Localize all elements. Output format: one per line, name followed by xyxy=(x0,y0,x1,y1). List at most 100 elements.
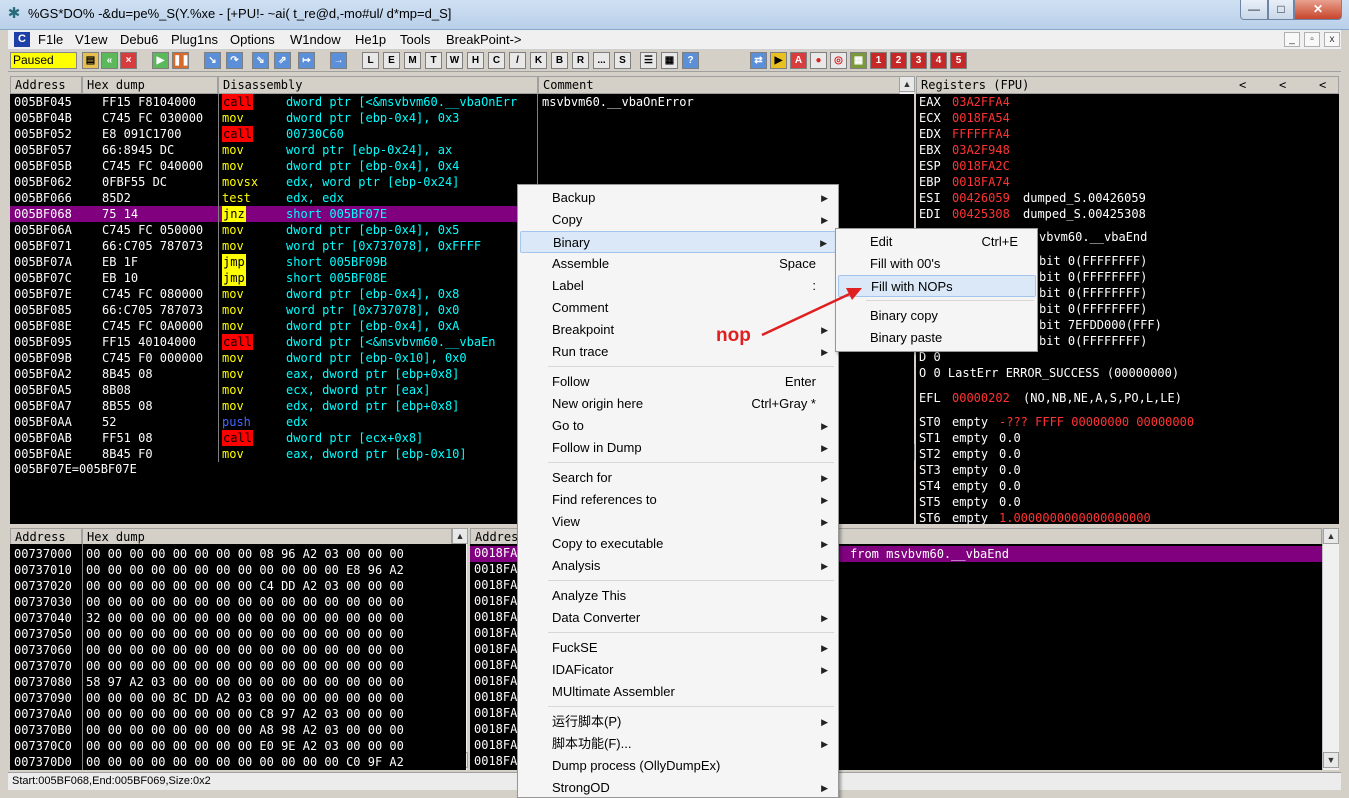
stack-row[interactable]: 0018FA xyxy=(474,722,517,738)
col-header-comment[interactable]: Comment xyxy=(538,76,904,94)
stack-row[interactable]: 0018FA xyxy=(474,674,517,690)
col-header-disassembly[interactable]: Disassembly xyxy=(218,76,538,94)
dump-row[interactable]: 00737080 58 97 A2 03 00 00 00 00 00 00 00… xyxy=(10,674,460,690)
threads-button[interactable]: T xyxy=(425,52,442,69)
submenu-item-fill-with-nops[interactable]: Fill with NOPs xyxy=(838,275,1036,297)
dump-scroll-up-icon[interactable]: ▲ xyxy=(452,528,468,544)
context-item-f[interactable]: 脚本功能(F)... ▶ xyxy=(520,733,836,755)
disasm-row[interactable]: 005BF057 66:8945 DC mov word ptr [ebp-0x24]… xyxy=(10,142,900,158)
context-item-p[interactable]: 运行脚本(P) ▶ xyxy=(520,711,836,733)
submenu-item-edit[interactable]: Edit Ctrl+E xyxy=(838,231,1036,253)
windows-button[interactable]: W xyxy=(446,52,463,69)
stack-row[interactable]: 0018FA xyxy=(474,562,517,578)
target-icon[interactable]: ◎ xyxy=(830,52,847,69)
context-item-find-references-to[interactable]: Find references to ▶ xyxy=(520,489,836,511)
fpu-row[interactable]: ST0 empty -??? FFFF 00000000 00000000 xyxy=(916,414,1336,430)
bookmark-2-button[interactable]: 2 xyxy=(890,52,907,69)
dump-row[interactable]: 007370C0 00 00 00 00 00 00 00 00 E0 9E A2… xyxy=(10,738,460,754)
dump-row[interactable]: 00737090 00 00 00 00 8C DD A2 03 00 00 00… xyxy=(10,690,460,706)
log-window-button[interactable]: L xyxy=(362,52,379,69)
close-button[interactable]: ✕ xyxy=(1294,0,1342,20)
context-item-copy-to-executable[interactable]: Copy to executable ▶ xyxy=(520,533,836,555)
dump-row[interactable]: 00737060 00 00 00 00 00 00 00 00 00 00 00… xyxy=(10,642,460,658)
dump-row[interactable]: 007370B0 00 00 00 00 00 00 00 00 A8 98 A2… xyxy=(10,722,460,738)
run-icon[interactable]: ▶ xyxy=(152,52,169,69)
submenu-item-binary-paste[interactable]: Binary paste xyxy=(838,327,1036,349)
context-item-dump-process-ollydumpex[interactable]: Dump process (OllyDumpEx) xyxy=(520,755,836,777)
mdi-minimize-button[interactable]: _ xyxy=(1284,32,1300,47)
menu-tools[interactable]: Tools xyxy=(400,32,430,47)
context-item-binary[interactable]: Binary ▶ xyxy=(520,231,836,253)
scroll-up-icon[interactable]: ▲ xyxy=(899,76,915,92)
context-item-search-for[interactable]: Search for ▶ xyxy=(520,467,836,489)
fpu-row[interactable]: ST4 empty 0.0 xyxy=(916,478,1336,494)
step-over-icon[interactable]: ↷ xyxy=(226,52,243,69)
bookmark-1-button[interactable]: 1 xyxy=(870,52,887,69)
context-item-data-converter[interactable]: Data Converter ▶ xyxy=(520,607,836,629)
stack-scroll-up-icon[interactable]: ▲ xyxy=(1323,528,1339,544)
register-row[interactable]: EBP 0018FA74 xyxy=(916,174,1336,190)
stack-row[interactable]: 0018FA xyxy=(474,738,517,754)
context-item-strongod[interactable]: StrongOD ▶ xyxy=(520,777,836,797)
mdi-close-button[interactable]: x xyxy=(1324,32,1340,47)
dump-row[interactable]: 00737020 00 00 00 00 00 00 00 00 C4 DD A2… xyxy=(10,578,460,594)
context-item-idaficator[interactable]: IDAFicator ▶ xyxy=(520,659,836,681)
patches-button[interactable]: / xyxy=(509,52,526,69)
dump-row[interactable]: 00737050 00 00 00 00 00 00 00 00 00 00 00… xyxy=(10,626,460,642)
close-debug-icon[interactable]: × xyxy=(120,52,137,69)
disasm-row[interactable]: 005BF052 E8 091C1700 call 00730C60 xyxy=(10,126,900,142)
handles-button[interactable]: H xyxy=(467,52,484,69)
menu-window[interactable]: W1ndow xyxy=(290,32,341,47)
minimize-button[interactable]: — xyxy=(1240,0,1268,20)
context-item-go-to[interactable]: Go to ▶ xyxy=(520,415,836,437)
fpu-row[interactable]: ST6 empty 1.0000000000000000000 xyxy=(916,510,1336,524)
disasm-row[interactable]: 005BF05B C745 FC 040000 mov dword ptr [ebp-… xyxy=(10,158,900,174)
context-item-run-trace[interactable]: Run trace ▶ xyxy=(520,341,836,363)
maximize-button[interactable]: □ xyxy=(1268,0,1294,20)
context-item-analysis[interactable]: Analysis ▶ xyxy=(520,555,836,577)
stack-row[interactable]: 0018FA xyxy=(474,610,517,626)
stack-row[interactable]: 0018FA xyxy=(474,594,517,610)
bookmark-3-button[interactable]: 3 xyxy=(910,52,927,69)
memory-map-button[interactable]: M xyxy=(404,52,421,69)
register-row[interactable]: EAX 03A2FFA4 xyxy=(916,94,1336,110)
submenu-item-binary-copy[interactable]: Binary copy xyxy=(838,305,1036,327)
register-row[interactable]: ESP 0018FA2C xyxy=(916,158,1336,174)
col-header-hex[interactable]: Hex dump xyxy=(82,76,218,94)
menu-view[interactable]: V1ew xyxy=(75,32,108,47)
fpu-row[interactable]: ST3 empty 0.0 xyxy=(916,462,1336,478)
register-row[interactable]: ECX 0018FA54 xyxy=(916,110,1336,126)
breakpoints-button[interactable]: B xyxy=(551,52,568,69)
stack-row[interactable]: 0018FA xyxy=(474,690,517,706)
context-item-analyze-this[interactable]: Analyze This xyxy=(520,585,836,607)
calc-icon[interactable]: ▦ xyxy=(850,52,867,69)
col-header-address[interactable]: Address xyxy=(10,76,82,94)
restart-icon[interactable]: « xyxy=(101,52,118,69)
stack-scroll-down-icon[interactable]: ▼ xyxy=(1323,752,1339,768)
call-stack-button[interactable]: K xyxy=(530,52,547,69)
menu-file[interactable]: F1le xyxy=(38,32,63,47)
trace-into-icon[interactable]: ⇘ xyxy=(252,52,269,69)
stack-row[interactable]: 0018FA xyxy=(474,626,517,642)
dump-row[interactable]: 00737030 00 00 00 00 00 00 00 00 00 00 00… xyxy=(10,594,460,610)
context-item-backup[interactable]: Backup ▶ xyxy=(520,187,836,209)
dump-row[interactable]: 007370D0 00 00 00 00 00 00 00 00 00 00 00… xyxy=(10,754,460,770)
mdi-cpu-icon[interactable]: C xyxy=(14,32,30,47)
stack-row[interactable]: 0018FA xyxy=(474,642,517,658)
fpu-row[interactable]: ST5 empty 0.0 xyxy=(916,494,1336,510)
cpu-button[interactable]: C xyxy=(488,52,505,69)
context-item-follow-in-dump[interactable]: Follow in Dump ▶ xyxy=(520,437,836,459)
pause-icon[interactable]: ❚❚ xyxy=(172,52,190,69)
dump-row[interactable]: 00737000 00 00 00 00 00 00 00 00 08 96 A2… xyxy=(10,546,460,562)
trace-over-icon[interactable]: ⇗ xyxy=(274,52,291,69)
reg-nav-left-1[interactable]: < xyxy=(1239,77,1246,93)
submenu-item-fill-with-00-s[interactable]: Fill with 00's xyxy=(838,253,1036,275)
fpu-row[interactable]: ST1 empty 0.0 xyxy=(916,430,1336,446)
reg-nav-left-3[interactable]: < xyxy=(1319,77,1326,93)
reg-nav-left-2[interactable]: < xyxy=(1279,77,1286,93)
help-icon[interactable]: ? xyxy=(682,52,699,69)
register-row[interactable]: EBX 03A2F948 xyxy=(916,142,1336,158)
register-row[interactable]: EDX FFFFFFA4 xyxy=(916,126,1336,142)
context-item-assemble[interactable]: Assemble Space xyxy=(520,253,836,275)
context-item-follow[interactable]: Follow Enter xyxy=(520,371,836,393)
